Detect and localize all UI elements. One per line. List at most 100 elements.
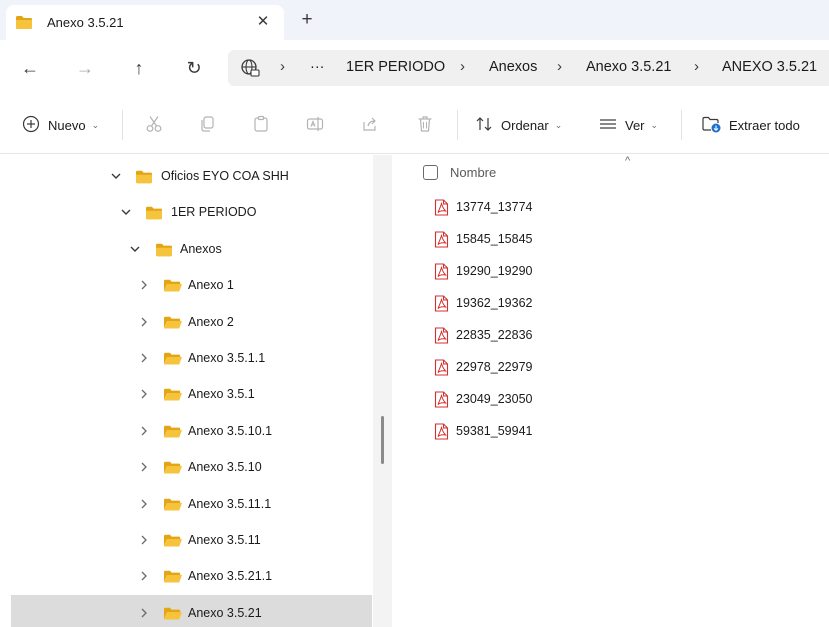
chevron-down-icon[interactable] — [109, 169, 123, 183]
refresh-button[interactable]: ↻ — [182, 56, 206, 80]
tree-item-label: Anexo 3.5.1.1 — [188, 351, 266, 365]
extract-all-button[interactable]: Extraer todo — [702, 112, 800, 138]
share-button[interactable] — [361, 112, 379, 138]
file-row[interactable]: 13774_13774 — [432, 195, 822, 221]
chevron-right-icon[interactable] — [137, 569, 151, 583]
tree-item[interactable]: Anexo 3.5.21 — [11, 594, 372, 627]
sort-arrows-icon — [475, 115, 493, 136]
chevron-down-icon[interactable] — [119, 205, 133, 219]
pdf-file-icon — [434, 295, 449, 315]
new-tab-button[interactable]: + — [295, 9, 319, 33]
chevron-right-icon[interactable] — [137, 278, 151, 292]
tree-item[interactable]: Anexo 3.5.11 — [11, 522, 372, 558]
tree-item[interactable]: Anexo 3.5.1 — [11, 376, 372, 412]
tree-item[interactable]: Anexo 3.5.10.1 — [11, 413, 372, 449]
breadcrumb-separator: › — [280, 58, 285, 75]
cut-button[interactable] — [145, 112, 163, 138]
divider — [681, 110, 682, 140]
navigation-bar: ← → ↑ ↻ › ··· 1ER PERIODO › Anexos › Ane… — [0, 40, 829, 96]
file-row[interactable]: 23049_23050 — [432, 387, 822, 413]
copy-icon — [198, 115, 216, 136]
tab-anexo-3-5-21[interactable]: Anexo 3.5.21 ✕ — [6, 5, 284, 40]
chevron-right-icon[interactable] — [137, 460, 151, 474]
chevron-right-icon[interactable] — [137, 424, 151, 438]
breadcrumb-item[interactable]: Anexos — [489, 59, 537, 75]
chevron-down-icon[interactable] — [128, 242, 142, 256]
sort-button[interactable]: Ordenar ⌄ — [475, 112, 562, 138]
scrollbar-track[interactable] — [373, 155, 392, 627]
pdf-file-icon — [434, 231, 449, 251]
command-bar: Nuevo ⌄ Ordenar ⌄ Ver ⌄ Extraer todo — [0, 96, 829, 154]
file-list-pane: 13774_13774 15845_15845 19290_19290 19362_1… — [392, 155, 829, 627]
file-row[interactable]: 15845_15845 — [432, 227, 822, 253]
tree-item-label: Anexo 3.5.10.1 — [188, 423, 273, 438]
paste-button[interactable] — [252, 112, 270, 138]
breadcrumb-item[interactable]: 1ER PERIODO — [346, 59, 445, 75]
file-row[interactable]: 59381_59941 — [432, 419, 822, 445]
delete-button[interactable] — [416, 112, 434, 138]
forward-button[interactable]: → — [73, 56, 97, 80]
view-button[interactable]: Ver ⌄ — [599, 112, 658, 138]
pdf-file-icon — [434, 263, 449, 283]
tree-item[interactable]: Anexo 1 — [11, 267, 372, 303]
new-button[interactable]: Nuevo ⌄ — [22, 112, 99, 138]
chevron-right-icon[interactable] — [137, 606, 151, 620]
breadcrumb-overflow-button[interactable]: ··· — [310, 59, 325, 75]
chevron-right-icon[interactable] — [137, 497, 151, 511]
breadcrumb-item[interactable]: Anexo 3.5.21 — [586, 59, 671, 75]
tree-item[interactable]: Anexos — [11, 231, 372, 267]
file-row[interactable]: 19362_19362 — [432, 291, 822, 317]
column-header-name[interactable]: Nombre — [450, 165, 496, 180]
sort-button-label: Ordenar — [501, 117, 549, 133]
tree-item-label: Anexo 3.5.11 — [188, 533, 261, 547]
file-name: 22835_22836 — [456, 328, 533, 342]
tree-item[interactable]: Anexo 3.5.21.1 — [11, 558, 372, 594]
tree-item[interactable]: Anexo 2 — [11, 304, 372, 340]
computer-location-icon — [240, 58, 260, 81]
up-button[interactable]: ↑ — [127, 56, 151, 80]
trash-icon — [416, 115, 434, 136]
tree-item[interactable]: Oficios EYO COA SHH — [11, 158, 372, 194]
back-button[interactable]: ← — [18, 56, 42, 80]
file-row[interactable]: 22978_22979 — [432, 355, 822, 381]
file-name: 15845_15845 — [456, 232, 533, 246]
divider — [122, 110, 123, 140]
chevron-down-icon: ⌄ — [554, 119, 563, 130]
file-row[interactable]: 19290_19290 — [432, 259, 822, 285]
chevron-right-icon[interactable] — [137, 315, 151, 329]
folder-icon — [145, 206, 163, 223]
rename-button[interactable] — [306, 112, 324, 138]
breadcrumb-separator: › — [460, 58, 465, 75]
tab-title: Anexo 3.5.21 — [47, 15, 124, 30]
tree-item[interactable]: Anexo 3.5.10 — [11, 449, 372, 485]
extract-all-label: Extraer todo — [729, 117, 800, 133]
pdf-file-icon — [434, 359, 449, 379]
file-name: 19362_19362 — [456, 296, 533, 310]
address-bar[interactable]: › ··· 1ER PERIODO › Anexos › Anexo 3.5.2… — [228, 50, 829, 86]
tree-item-label: Anexo 3.5.11.1 — [188, 496, 272, 511]
chevron-right-icon[interactable] — [137, 533, 151, 547]
chevron-right-icon[interactable] — [137, 387, 151, 401]
file-row[interactable]: 22835_22836 — [432, 323, 822, 349]
breadcrumb-item[interactable]: ANEXO 3.5.21 — [722, 59, 817, 75]
select-all-checkbox[interactable] — [423, 165, 438, 180]
pdf-file-icon — [434, 391, 449, 411]
pdf-file-icon — [434, 423, 449, 443]
breadcrumb-separator: › — [694, 58, 699, 75]
tree-item[interactable]: 1ER PERIODO — [11, 194, 372, 230]
tree-item-label: Anexos — [180, 241, 222, 256]
tree-item[interactable]: Anexo 3.5.11.1 — [11, 486, 372, 522]
view-button-label: Ver — [625, 117, 645, 133]
scrollbar-thumb[interactable] — [381, 416, 384, 464]
tree-item-label: 1ER PERIODO — [171, 205, 257, 220]
pdf-file-icon — [434, 199, 449, 219]
folder-icon — [163, 425, 183, 442]
chevron-right-icon[interactable] — [137, 351, 151, 365]
tree-item-label: Anexo 3.5.21.1 — [188, 569, 273, 584]
folder-icon — [163, 388, 183, 405]
close-icon[interactable]: ✕ — [251, 10, 275, 34]
folder-icon — [163, 498, 183, 515]
folder-icon — [163, 352, 183, 369]
tree-item[interactable]: Anexo 3.5.1.1 — [11, 340, 372, 376]
copy-button[interactable] — [198, 112, 216, 138]
